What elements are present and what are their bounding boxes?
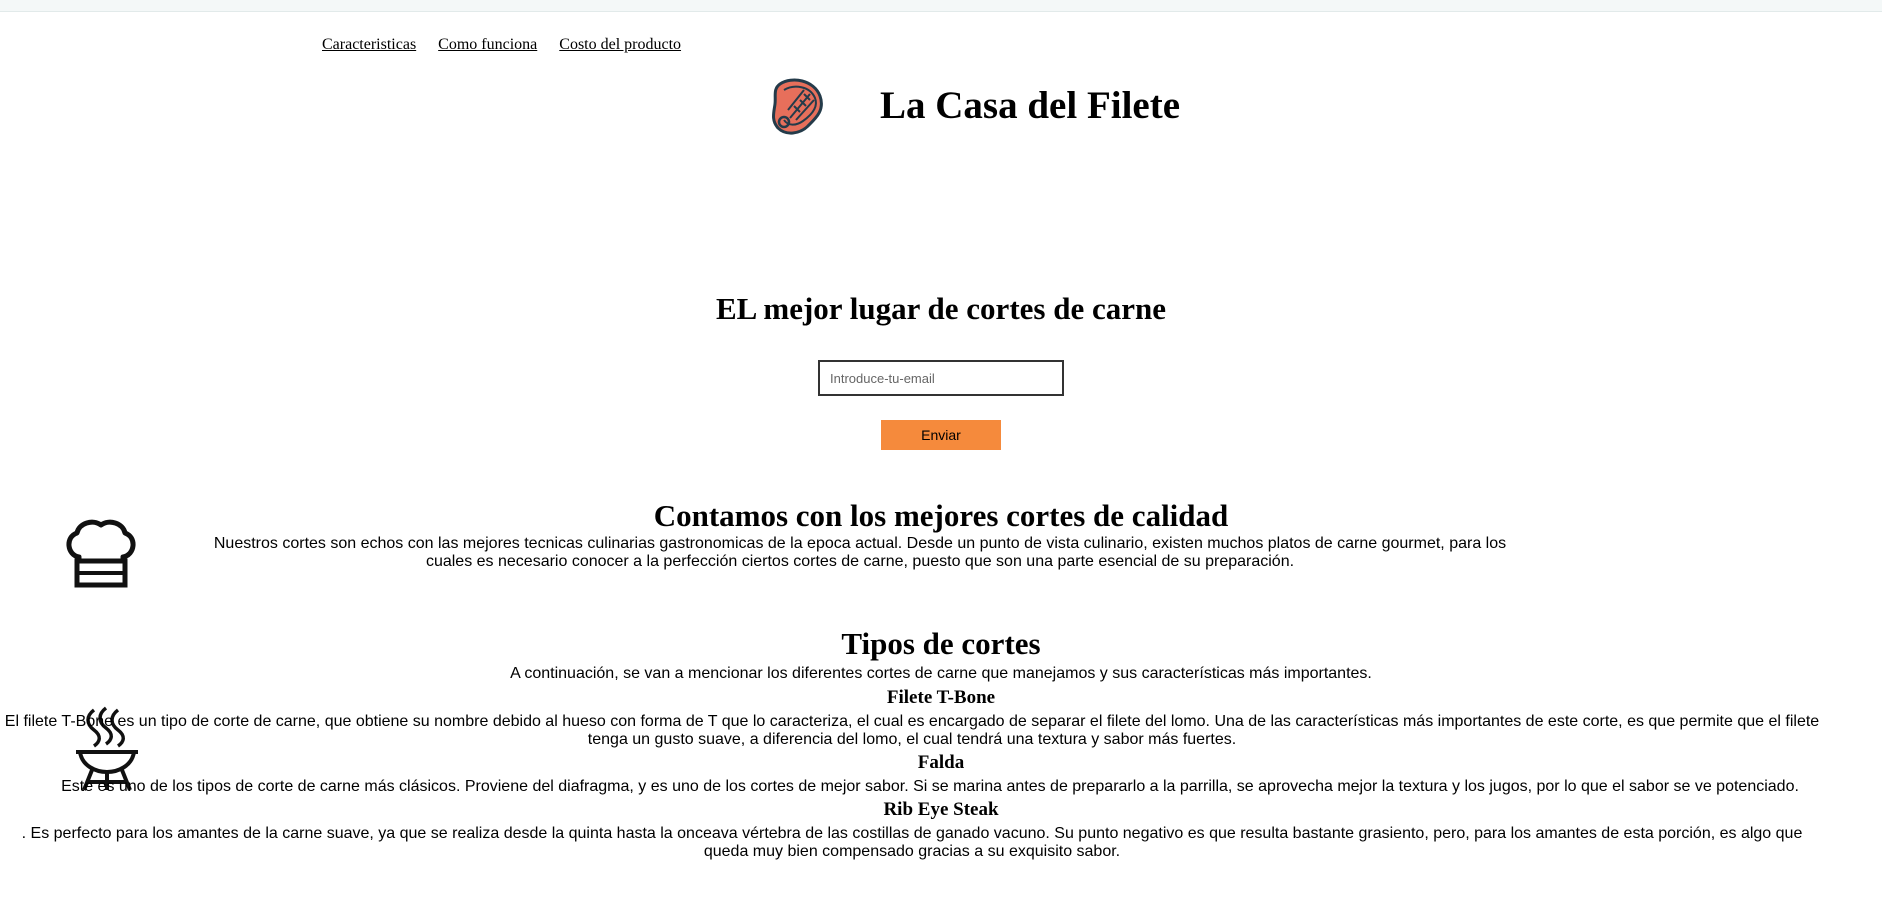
cuts-section: Tipos de cortes A continuación, se van a…	[0, 626, 1882, 861]
site-title: La Casa del Filete	[880, 84, 1181, 127]
email-input[interactable]	[818, 360, 1064, 396]
steak-icon	[772, 78, 823, 135]
hero-title: EL mejor lugar de cortes de carne	[716, 291, 1166, 326]
nav-link-como-funciona[interactable]: Como funciona	[438, 36, 537, 53]
submit-button[interactable]: Enviar	[881, 420, 1001, 450]
top-bar	[0, 0, 1882, 12]
nav-bar: Caracteristicas Como funciona Costo del …	[322, 36, 699, 54]
nav-link-costo[interactable]: Costo del producto	[559, 36, 681, 53]
cut-title-ribeye: Rib Eye Steak	[883, 799, 999, 820]
quality-title: Contamos con los mejores cortes de calid…	[653, 498, 1229, 533]
cuts-intro: A continuación, se van a mencionar los d…	[510, 665, 1372, 682]
quality-text: Nuestros cortes son echos con las mejore…	[213, 535, 1507, 570]
cut-text-falda: Este es uno de los tipos de corte de car…	[61, 778, 1799, 795]
quality-section: Contamos con los mejores cortes de calid…	[0, 498, 1882, 571]
cut-title-falda: Falda	[917, 752, 965, 773]
cuts-title: Tipos de cortes	[841, 626, 1041, 661]
cut-text-ribeye: . Es perfecto para los amantes de la car…	[21, 825, 1803, 860]
nav-link-caracteristicas[interactable]: Caracteristicas	[322, 36, 416, 53]
cut-title-tbone: Filete T-Bone	[886, 687, 996, 708]
cut-text-tbone: El filete T-Bone es un tipo de corte de …	[4, 713, 1820, 748]
